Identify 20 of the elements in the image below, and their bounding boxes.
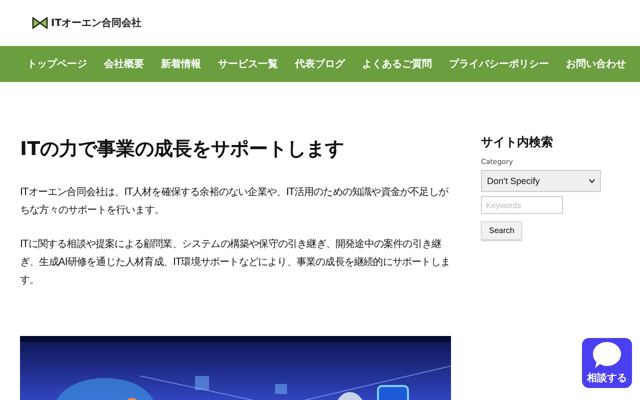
nav-link[interactable]: 新着情報 — [161, 57, 201, 71]
logo-text[interactable]: ITオーエン合同会社 — [51, 16, 142, 30]
nav-link[interactable]: トップページ — [27, 57, 87, 71]
nav-link[interactable]: プライバシーポリシー — [449, 57, 549, 71]
search-button[interactable]: Search — [481, 221, 522, 240]
page-heading: ITの力で事業の成長をサポートします — [20, 137, 346, 162]
paragraph: ITオーエン合同会社は、IT人材を確保する余裕のない企業や、IT活用のための知識や資金が不足しがちな方々のサポートを行います。 — [20, 186, 450, 218]
nav-link[interactable]: よくあるご質問 — [362, 57, 432, 71]
chat-bubble-icon — [592, 341, 622, 369]
chat-button[interactable]: 相談する — [582, 338, 632, 388]
nav-link[interactable]: 代表ブログ — [295, 57, 345, 71]
nav-link[interactable]: サービス一覧 — [218, 57, 278, 71]
nav-link[interactable]: 会社概要 — [104, 57, 144, 71]
sidebar-title: サイト内検索 — [481, 134, 554, 151]
paragraph: ITに関する相談や提案による顧問業、システムの構築や保守の引き継ぎ、開発途中の案件の引き継ぎ、生成AI研修を通じた人材育成、IT環境サポートなどにより、事業の成長を継続的にサポートします。 — [20, 238, 451, 288]
keyword-field[interactable]: Keywords — [481, 196, 563, 214]
nav-link[interactable]: お問い合わせ — [566, 57, 626, 71]
logo-icon — [32, 17, 48, 29]
category-dropdown[interactable]: Don't Specify — [481, 170, 601, 192]
caret-icon — [589, 179, 595, 183]
